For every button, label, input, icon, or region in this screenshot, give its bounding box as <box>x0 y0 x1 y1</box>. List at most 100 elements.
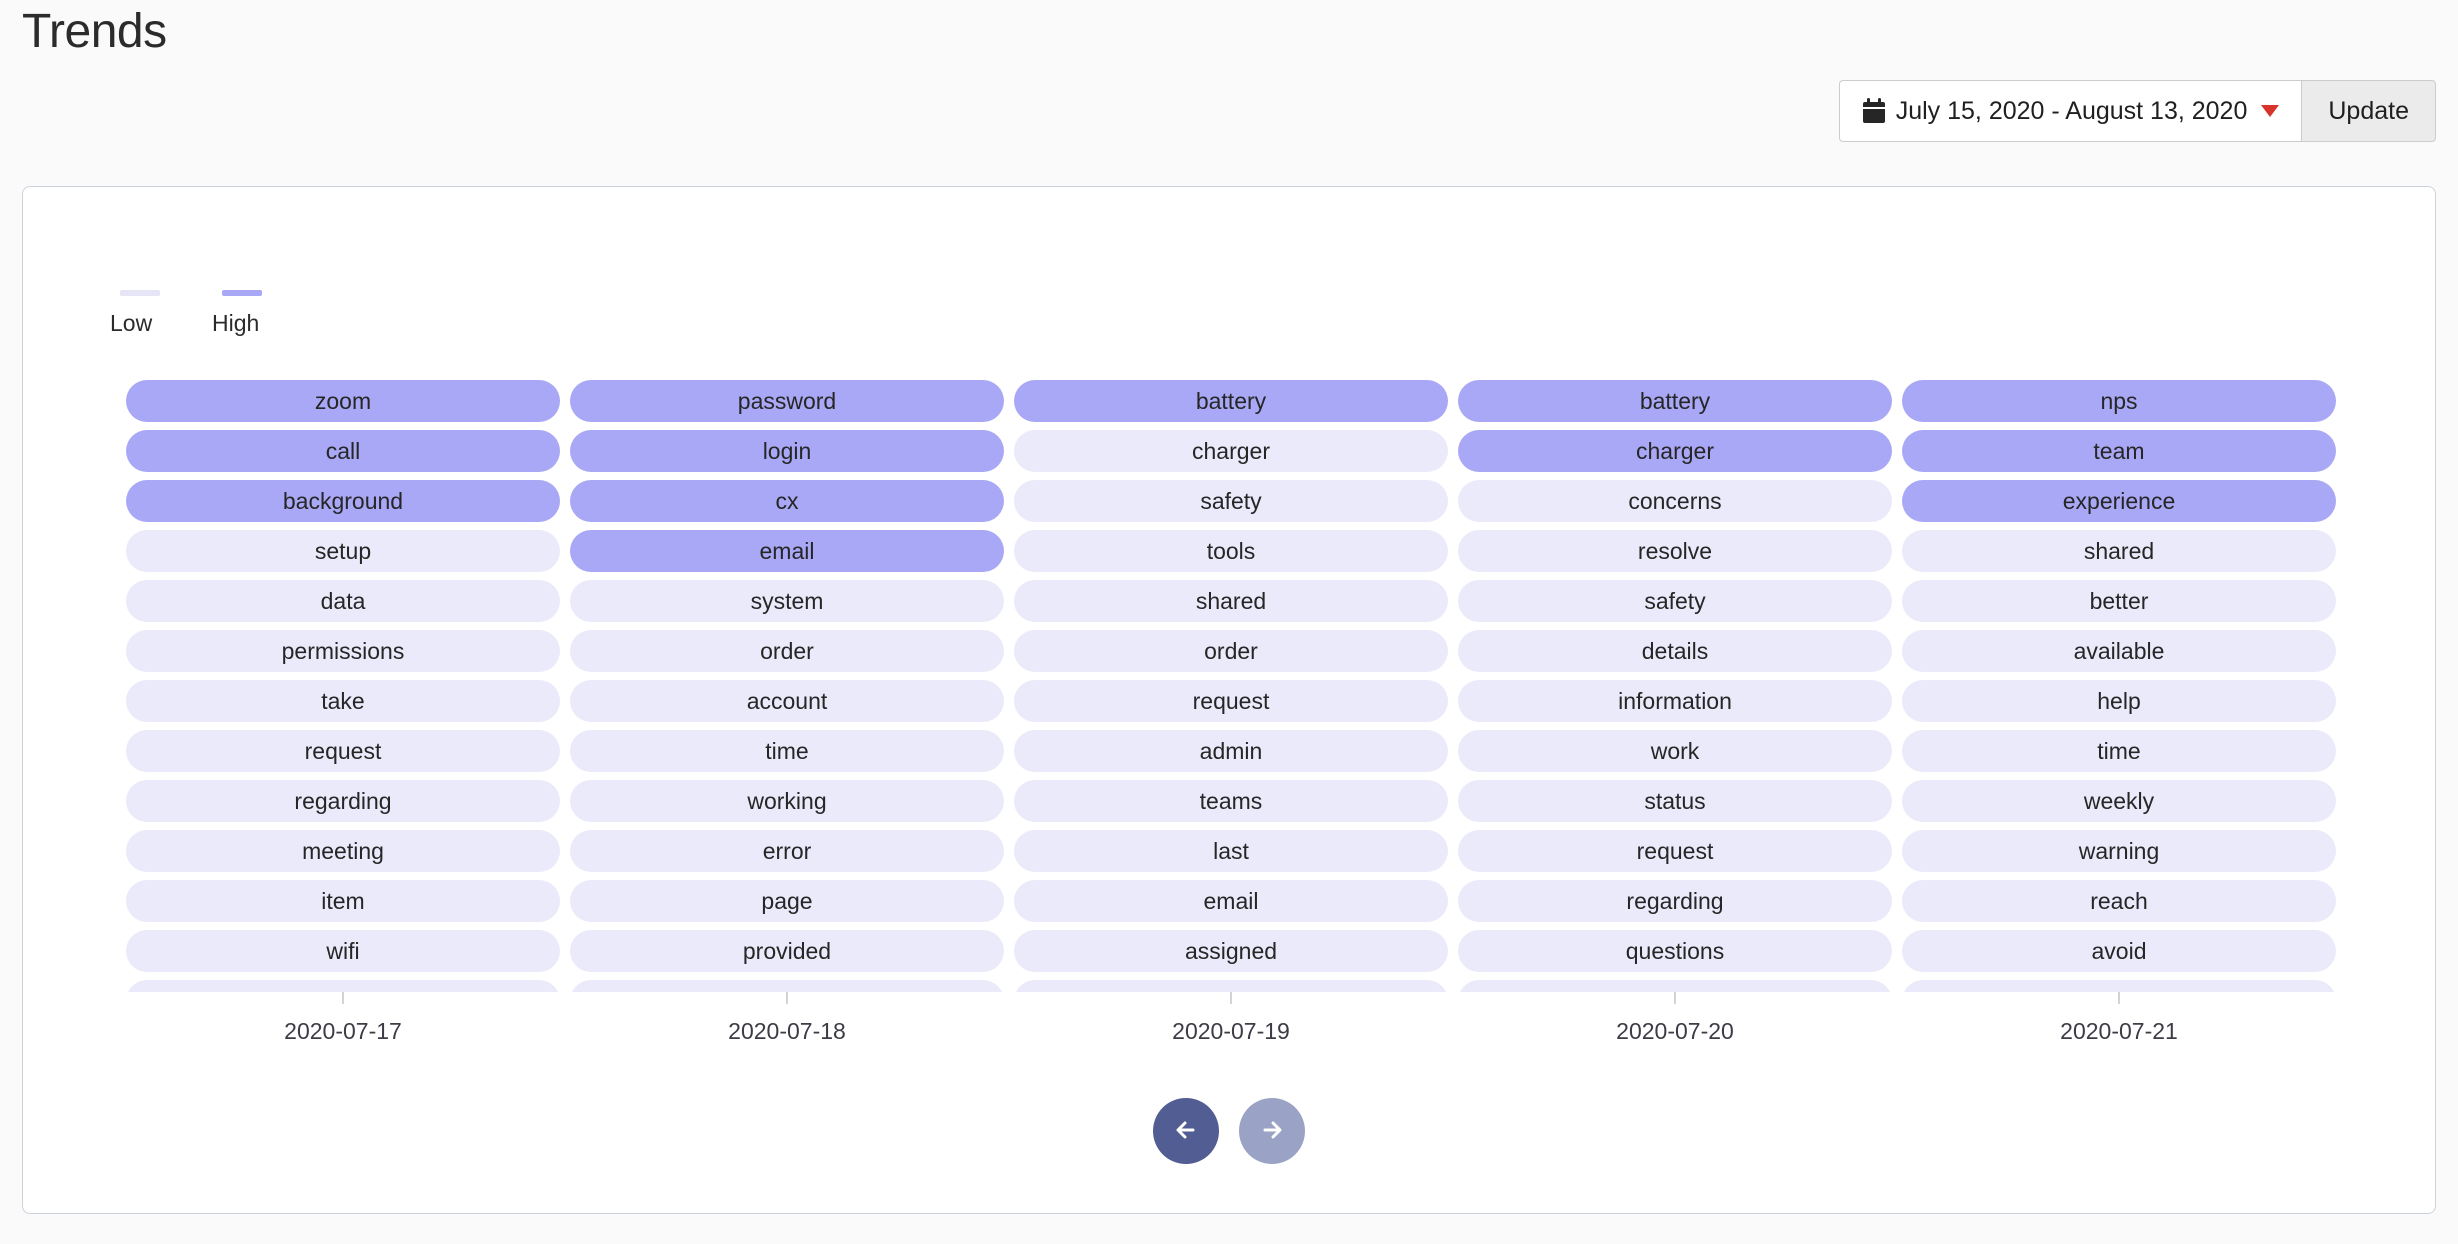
trends-chart: zoom call background setup data permissions ta… <box>126 380 2336 992</box>
term-pill[interactable]: time <box>570 730 1004 772</box>
term-pill[interactable]: battery <box>1014 380 1448 422</box>
term-pill[interactable]: team <box>1902 430 2336 472</box>
x-axis-tick: 2020-07-20 <box>1458 992 1892 1045</box>
calendar-icon <box>1862 98 1886 124</box>
legend-swatch-icon <box>222 290 262 296</box>
term-pill[interactable]: experience <box>1902 480 2336 522</box>
term-pill-partial <box>1458 980 1892 992</box>
term-pill[interactable]: call <box>126 430 560 472</box>
term-pill[interactable]: available <box>1902 630 2336 672</box>
term-pill[interactable]: permissions <box>126 630 560 672</box>
term-pill[interactable]: weekly <box>1902 780 2336 822</box>
term-pill[interactable]: item <box>126 880 560 922</box>
tick-mark-icon <box>342 992 344 1004</box>
term-pill[interactable]: request <box>126 730 560 772</box>
term-pill[interactable]: assigned <box>1014 930 1448 972</box>
term-pill[interactable]: safety <box>1458 580 1892 622</box>
next-page-button[interactable] <box>1239 1098 1305 1164</box>
trend-column: password login cx email system order account ti… <box>570 380 1004 992</box>
trend-column: battery charger concerns resolve safety detai… <box>1458 380 1892 992</box>
term-pill[interactable]: wifi <box>126 930 560 972</box>
x-axis-tick-label: 2020-07-17 <box>284 1018 402 1044</box>
term-pill[interactable]: error <box>570 830 1004 872</box>
term-pill[interactable]: information <box>1458 680 1892 722</box>
term-pill[interactable]: shared <box>1014 580 1448 622</box>
term-pill[interactable]: meeting <box>126 830 560 872</box>
term-pill[interactable]: charger <box>1014 430 1448 472</box>
trend-column: battery charger safety tools shared order requ… <box>1014 380 1448 992</box>
term-pill[interactable]: request <box>1014 680 1448 722</box>
term-pill[interactable]: work <box>1458 730 1892 772</box>
term-pill[interactable]: take <box>126 680 560 722</box>
tick-mark-icon <box>1230 992 1232 1004</box>
term-pill[interactable]: status <box>1458 780 1892 822</box>
term-pill[interactable]: provided <box>570 930 1004 972</box>
term-pill[interactable]: password <box>570 380 1004 422</box>
term-pill[interactable]: account <box>570 680 1004 722</box>
term-pill-partial <box>1902 980 2336 992</box>
term-pill[interactable]: data <box>126 580 560 622</box>
arrow-left-icon <box>1169 1113 1203 1150</box>
term-pill[interactable]: login <box>570 430 1004 472</box>
term-pill[interactable]: regarding <box>126 780 560 822</box>
term-pill[interactable]: avoid <box>1902 930 2336 972</box>
term-pill[interactable]: setup <box>126 530 560 572</box>
term-pill[interactable]: email <box>570 530 1004 572</box>
term-pill[interactable]: admin <box>1014 730 1448 772</box>
page-title: Trends <box>22 5 167 58</box>
term-pill[interactable]: order <box>1014 630 1448 672</box>
term-pill[interactable]: questions <box>1458 930 1892 972</box>
legend-item: Low <box>110 290 160 337</box>
legend-swatch-icon <box>120 290 160 296</box>
term-pill-partial <box>126 980 560 992</box>
term-pill[interactable]: safety <box>1014 480 1448 522</box>
date-range-picker[interactable]: July 15, 2020 - August 13, 2020 <box>1838 80 2302 142</box>
x-axis: 2020-07-17 2020-07-18 2020-07-19 2020-07-20… <box>126 992 2336 1045</box>
term-pill[interactable]: help <box>1902 680 2336 722</box>
term-pill[interactable]: shared <box>1902 530 2336 572</box>
term-pill[interactable]: last <box>1014 830 1448 872</box>
x-axis-tick-label: 2020-07-18 <box>728 1018 846 1044</box>
x-axis-tick: 2020-07-18 <box>570 992 1004 1045</box>
legend: Low High <box>110 290 262 337</box>
term-pill[interactable]: background <box>126 480 560 522</box>
term-pill[interactable]: time <box>1902 730 2336 772</box>
term-pill[interactable]: warning <box>1902 830 2336 872</box>
term-pill[interactable]: order <box>570 630 1004 672</box>
trend-column: nps team experience shared better available he… <box>1902 380 2336 992</box>
term-pill[interactable]: concerns <box>1458 480 1892 522</box>
term-pill[interactable]: regarding <box>1458 880 1892 922</box>
pagination <box>0 1098 2458 1164</box>
term-pill[interactable]: teams <box>1014 780 1448 822</box>
term-pill[interactable]: email <box>1014 880 1448 922</box>
x-axis-tick: 2020-07-17 <box>126 992 560 1045</box>
term-pill[interactable]: resolve <box>1458 530 1892 572</box>
term-pill[interactable]: zoom <box>126 380 560 422</box>
term-pill-partial <box>570 980 1004 992</box>
term-pill-partial <box>1014 980 1448 992</box>
term-pill[interactable]: nps <box>1902 380 2336 422</box>
term-pill[interactable]: charger <box>1458 430 1892 472</box>
term-pill[interactable]: working <box>570 780 1004 822</box>
x-axis-tick-label: 2020-07-19 <box>1172 1018 1290 1044</box>
x-axis-ticks: 2020-07-17 2020-07-18 2020-07-19 2020-07-20… <box>126 992 2336 1045</box>
term-pill[interactable]: page <box>570 880 1004 922</box>
term-pill[interactable]: reach <box>1902 880 2336 922</box>
term-pill[interactable]: cx <box>570 480 1004 522</box>
term-pill[interactable]: request <box>1458 830 1892 872</box>
term-pill[interactable]: battery <box>1458 380 1892 422</box>
update-button[interactable]: Update <box>2301 80 2436 142</box>
term-pill[interactable]: system <box>570 580 1004 622</box>
arrow-right-icon <box>1255 1113 1289 1150</box>
trend-columns: zoom call background setup data permissions ta… <box>126 380 2336 992</box>
legend-item: High <box>212 290 262 337</box>
previous-page-button[interactable] <box>1153 1098 1219 1164</box>
x-axis-tick-label: 2020-07-21 <box>2060 1018 2178 1044</box>
term-pill[interactable]: tools <box>1014 530 1448 572</box>
term-pill[interactable]: better <box>1902 580 2336 622</box>
x-axis-tick: 2020-07-19 <box>1014 992 1448 1045</box>
legend-label: High <box>212 310 260 336</box>
trends-page: Trends July 15, 2020 - August 13, 2020 U… <box>0 0 2458 1244</box>
term-pill[interactable]: details <box>1458 630 1892 672</box>
trend-column: zoom call background setup data permissions ta… <box>126 380 560 992</box>
